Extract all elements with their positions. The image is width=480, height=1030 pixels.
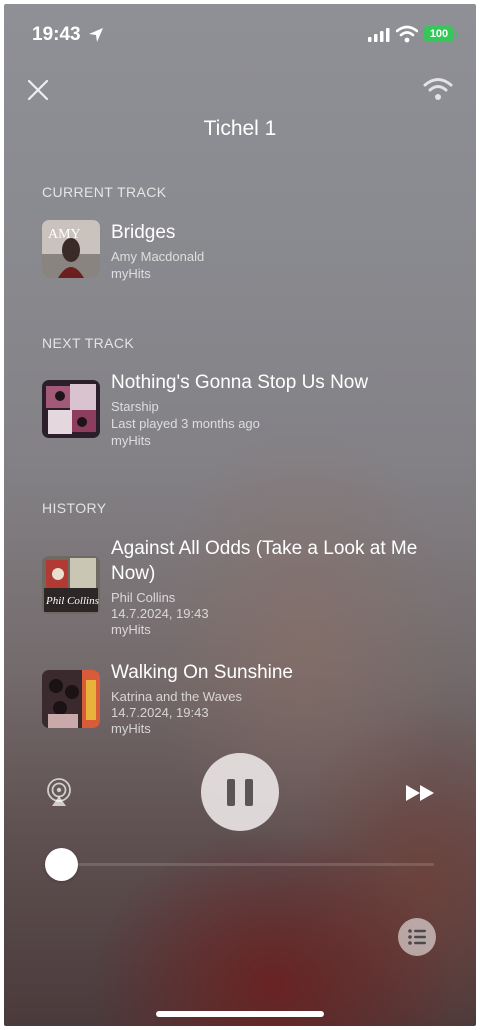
history-item[interactable]: Phil Collins Against All Odds (Take a Lo… (42, 536, 462, 638)
location-arrow-icon (89, 28, 103, 42)
track-title: Against All Odds (Take a Look at Me Now) (111, 538, 418, 584)
page-title: Tichel 1 (203, 117, 277, 140)
airplay-icon[interactable] (44, 778, 74, 808)
queue-list-icon (408, 929, 426, 945)
section-label-next: NEXT TRACK (42, 335, 135, 351)
track-title: Walking On Sunshine (111, 662, 294, 683)
pause-button[interactable] (201, 753, 279, 831)
album-art-bridges: AMY (42, 220, 100, 278)
home-indicator[interactable] (156, 1011, 324, 1017)
section-label-current: CURRENT TRACK (42, 184, 167, 200)
album-art-text: AMY (48, 227, 81, 242)
track-station: myHits (111, 433, 151, 448)
album-art-against-all-odds: Phil Collins (42, 556, 100, 614)
section-label-history: HISTORY (42, 500, 107, 516)
battery-icon: 100 (424, 26, 454, 42)
next-track[interactable]: Nothing's Gonna Stop Us Now Starship Las… (42, 370, 462, 450)
progress-thumb[interactable] (45, 848, 78, 881)
album-art-nothings-gonna-stop-us-now (42, 380, 100, 438)
battery-tip (455, 31, 457, 37)
wifi-icon[interactable] (422, 74, 454, 104)
track-station: myHits (111, 266, 151, 281)
close-icon[interactable] (24, 76, 52, 104)
track-title: Bridges (111, 222, 176, 243)
track-station: myHits (111, 721, 151, 736)
now-playing-screen: 19:43 100 Tichel 1 CURRENT TRACK AMY Bri… (4, 4, 476, 1026)
pause-icon-bar (245, 779, 253, 806)
wifi-icon (396, 25, 418, 43)
track-artist: Amy Macdonald (111, 249, 205, 264)
track-station: myHits (111, 622, 151, 637)
track-artist: Katrina and the Waves (111, 689, 243, 704)
track-played-time: 14.7.2024, 19:43 (111, 606, 209, 621)
history-item[interactable]: Walking On Sunshine Katrina and the Wave… (42, 660, 462, 740)
current-track[interactable]: AMY Bridges Amy Macdonald myHits (42, 220, 462, 282)
album-art-walking-on-sunshine (42, 670, 100, 728)
signal-icon (368, 28, 390, 42)
pause-icon (227, 779, 235, 806)
status-bar: 19:43 100 (4, 4, 476, 64)
track-title: Nothing's Gonna Stop Us Now (111, 372, 369, 393)
track-artist: Phil Collins (111, 590, 176, 605)
album-art-text: Phil Collins (45, 595, 99, 607)
track-played-time: 14.7.2024, 19:43 (111, 705, 209, 720)
fast-forward-icon[interactable] (404, 781, 440, 805)
status-time: 19:43 (32, 24, 81, 45)
track-last-played: Last played 3 months ago (111, 416, 260, 431)
queue-button[interactable] (398, 918, 436, 956)
progress-track[interactable] (62, 863, 434, 866)
track-artist: Starship (111, 399, 159, 414)
